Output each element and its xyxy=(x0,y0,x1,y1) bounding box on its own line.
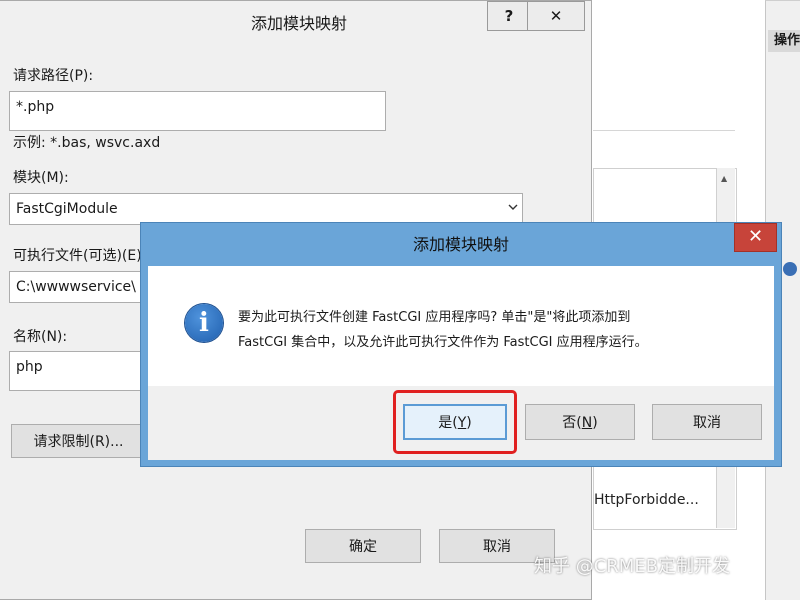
confirm-message-line-2: FastCGI 集合中，以及允许此可执行文件作为 FastCGI 应用程序运行。 xyxy=(238,335,648,350)
executable-label: 可执行文件(可选)(E): xyxy=(13,248,147,264)
ok-button[interactable]: 确定 xyxy=(305,529,421,563)
help-button[interactable]: ? xyxy=(487,1,531,31)
status-circle-icon xyxy=(783,262,797,276)
no-button[interactable]: 否(N) xyxy=(525,404,635,440)
module-select-value: FastCgiModule xyxy=(16,201,118,217)
module-select[interactable]: FastCgiModule xyxy=(9,193,523,225)
yes-accelerator: Y xyxy=(457,415,467,431)
request-path-label: 请求路径(P): xyxy=(13,68,94,84)
no-accelerator: N xyxy=(581,415,593,431)
module-label: 模块(M): xyxy=(13,170,69,186)
actions-header: 操作 xyxy=(768,30,800,52)
confirm-dialog-title[interactable]: 添加模块映射 xyxy=(141,231,781,255)
info-icon: i xyxy=(185,304,223,342)
watermark: 知乎 @CRMEB定制开发 xyxy=(534,556,731,577)
example-text: 示例: *.bas, wsvc.axd xyxy=(13,135,161,151)
close-button[interactable]: ✕ xyxy=(527,1,585,31)
dialog-titlebar[interactable]: 添加模块映射 ? ✕ xyxy=(0,1,591,39)
name-label: 名称(N): xyxy=(13,329,68,345)
confirm-message-line-1: 要为此可执行文件创建 FastCGI 应用程序吗? 单击"是"将此项添加到 xyxy=(238,310,631,325)
yes-button[interactable]: 是(Y) xyxy=(403,404,507,440)
no-label: 否 xyxy=(562,415,577,431)
request-path-input[interactable]: *.php xyxy=(9,91,386,131)
fastcgi-confirm-dialog: 添加模块映射 ✕ i 要为此可执行文件创建 FastCGI 应用程序吗? 单击"… xyxy=(140,222,782,467)
confirm-dialog-body: i 要为此可执行文件创建 FastCGI 应用程序吗? 单击"是"将此项添加到 … xyxy=(148,266,774,386)
divider xyxy=(593,130,735,131)
confirm-close-button[interactable]: ✕ xyxy=(734,223,777,252)
chevron-down-icon xyxy=(508,204,518,210)
list-item[interactable]: HttpForbidde... xyxy=(594,492,699,508)
yes-label: 是 xyxy=(438,415,453,431)
request-restrictions-button[interactable]: 请求限制(R)... xyxy=(11,424,146,458)
confirm-cancel-button[interactable]: 取消 xyxy=(652,404,762,440)
scroll-up-icon[interactable]: ▲ xyxy=(721,174,727,183)
dialog-title: 添加模块映射 xyxy=(250,14,347,33)
